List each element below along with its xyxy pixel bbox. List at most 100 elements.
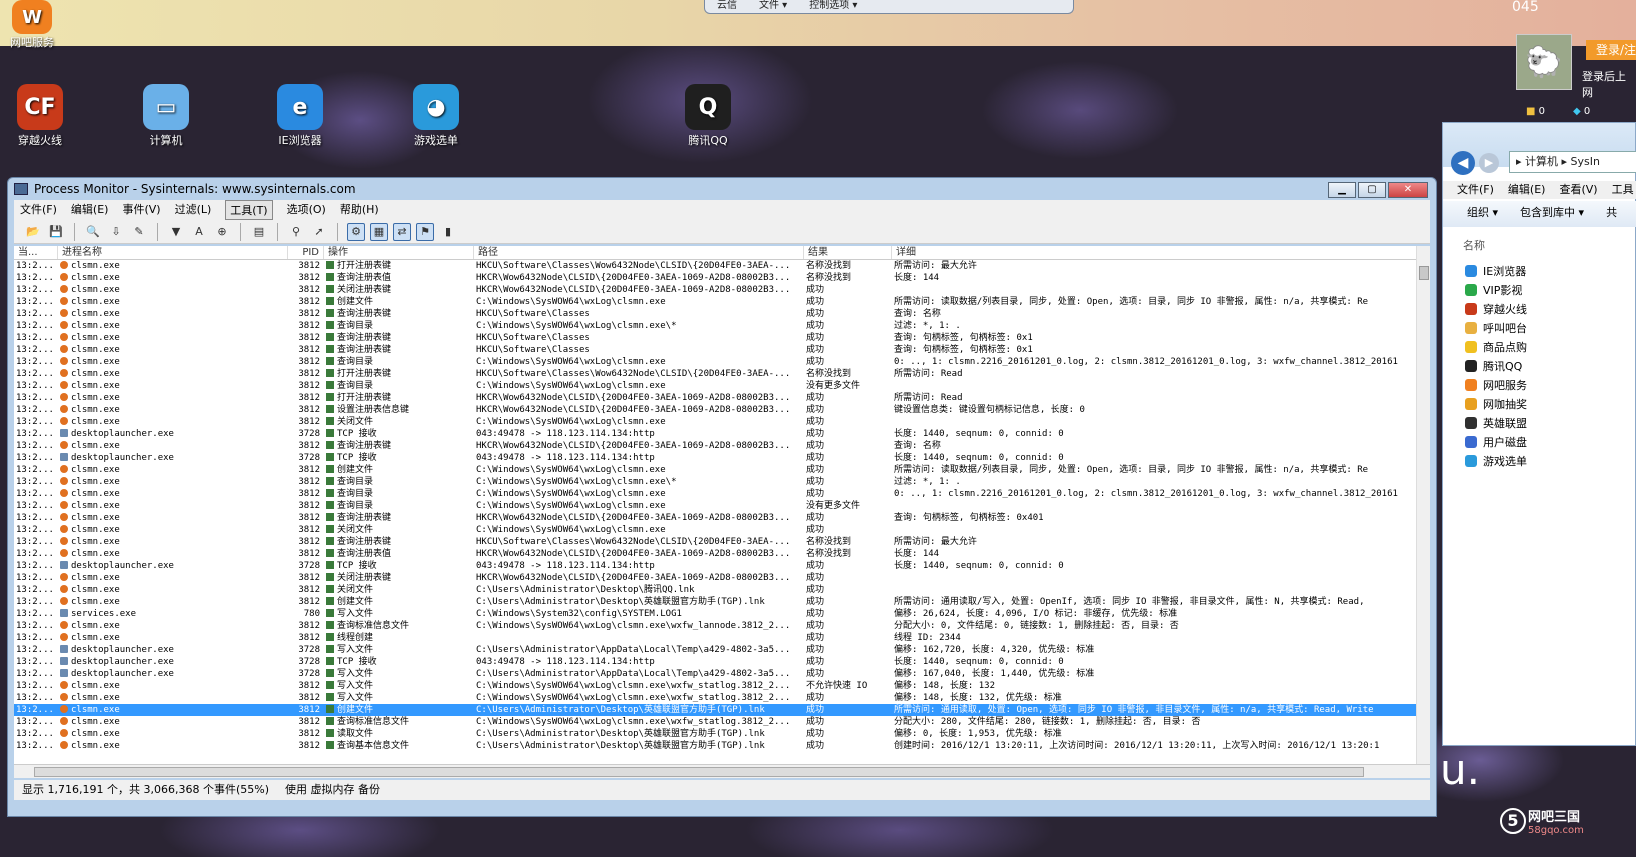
table-row[interactable]: 13:2... clsmn.exe 3812 查询注册表值 HKCR\Wow6432No…	[14, 272, 1430, 284]
jump-icon[interactable]: ➚	[310, 223, 328, 241]
col-time[interactable]: 当...	[14, 246, 58, 259]
find-icon[interactable]: ⚲	[287, 223, 305, 241]
table-row[interactable]: 13:2... clsmn.exe 3812 创建文件 C:\Windows\SysWO…	[14, 296, 1430, 308]
include-in-library-button[interactable]: 包含到库中 ▾	[1520, 201, 1584, 227]
table-row[interactable]: 13:2... clsmn.exe 3812 查询基本信息文件 C:\Users\Adm…	[14, 740, 1430, 752]
explorer-menu-view[interactable]: 查看(V)	[1559, 181, 1597, 199]
menu-item-5[interactable]: 选项(O)	[287, 200, 326, 220]
table-row[interactable]: 13:2... clsmn.exe 3812 关闭注册表键 HKCR\Wow6432No…	[14, 572, 1430, 584]
explorer-list-item[interactable]: 用户磁盘	[1465, 432, 1527, 451]
table-row[interactable]: 13:2... clsmn.exe 3812 查询注册表键 HKCU\Software\…	[14, 536, 1430, 548]
horizontal-scrollbar[interactable]	[14, 764, 1430, 778]
horizontal-scroll-thumb[interactable]	[34, 767, 1364, 777]
network-activity-icon[interactable]: ⇄	[393, 222, 411, 241]
explorer-list-item[interactable]: 穿越火线	[1465, 299, 1527, 318]
table-row[interactable]: 13:2... clsmn.exe 3812 打开注册表键 HKCR\Wow6432No…	[14, 392, 1430, 404]
desktop-icon-4[interactable]: Q 腾讯QQ	[668, 84, 748, 148]
share-button[interactable]: 共	[1606, 201, 1617, 227]
table-row[interactable]: 13:2... clsmn.exe 3812 查询目录 C:\Windows\SysWO…	[14, 320, 1430, 332]
col-operation[interactable]: 操作	[324, 246, 474, 259]
vertical-scroll-thumb[interactable]	[1419, 266, 1429, 280]
table-row[interactable]: 13:2... clsmn.exe 3812 设置注册表信息键 HKCR\Wow6432…	[14, 404, 1430, 416]
menu-item-1[interactable]: 编辑(E)	[71, 200, 109, 220]
col-process-name[interactable]: 进程名称	[58, 246, 288, 259]
menu-item-3[interactable]: 过滤(L)	[175, 200, 212, 220]
explorer-menu-edit[interactable]: 编辑(E)	[1508, 181, 1546, 199]
table-row[interactable]: 13:2... clsmn.exe 3812 查询注册表键 HKCU\Software\…	[14, 344, 1430, 356]
explorer-list-item[interactable]: 英雄联盟	[1465, 413, 1527, 432]
organize-button[interactable]: 组织 ▾	[1467, 201, 1498, 227]
remote-bar-item-0[interactable]: 云信	[717, 0, 737, 13]
table-row[interactable]: 13:2... clsmn.exe 3812 查询目录 C:\Windows\SysWO…	[14, 488, 1430, 500]
process-activity-icon[interactable]: ⚑	[416, 222, 434, 241]
table-row[interactable]: 13:2... clsmn.exe 3812 查询标准信息文件 C:\Windows\S…	[14, 620, 1430, 632]
explorer-list-item[interactable]: IE浏览器	[1465, 261, 1527, 280]
explorer-list-item[interactable]: 商品点购	[1465, 337, 1527, 356]
table-row[interactable]: 13:2... desktoplauncher.exe 3728 TCP 接收 043:…	[14, 656, 1430, 668]
menu-item-2[interactable]: 事件(V)	[122, 200, 160, 220]
table-row[interactable]: 13:2... clsmn.exe 3812 关闭文件 C:\Windows\SysWO…	[14, 524, 1430, 536]
table-row[interactable]: 13:2... desktoplauncher.exe 3728 写入文件 C:\Use…	[14, 644, 1430, 656]
include-process-icon[interactable]: ⊕	[213, 223, 231, 241]
highlight-icon[interactable]: A	[190, 223, 208, 241]
explorer-list-item[interactable]: VIP影视	[1465, 280, 1527, 299]
forward-arrow-icon[interactable]: ▶	[1479, 153, 1499, 173]
desktop-icon-3[interactable]: ◕ 游戏选单	[396, 84, 476, 148]
table-row[interactable]: 13:2... clsmn.exe 3812 打开注册表键 HKCU\Software\…	[14, 368, 1430, 380]
file-activity-icon[interactable]: ▦	[370, 222, 388, 241]
menu-item-6[interactable]: 帮助(H)	[340, 200, 379, 220]
col-detail[interactable]: 详细	[892, 246, 1422, 259]
explorer-menu-file[interactable]: 文件(F)	[1457, 181, 1494, 199]
table-row[interactable]: 13:2... clsmn.exe 3812 查询注册表键 HKCU\Software\…	[14, 332, 1430, 344]
table-row[interactable]: 13:2... desktoplauncher.exe 3728 TCP 接收 043:…	[14, 428, 1430, 440]
table-row[interactable]: 13:2... clsmn.exe 3812 写入文件 C:\Windows\SysWO…	[14, 680, 1430, 692]
maximize-icon[interactable]: ▢	[1358, 182, 1386, 198]
menu-item-0[interactable]: 文件(F)	[20, 200, 57, 220]
table-row[interactable]: 13:2... clsmn.exe 3812 查询目录 C:\Windows\SysWO…	[14, 380, 1430, 392]
table-row[interactable]: 13:2... services.exe 780 写入文件 C:\Windows\Sys…	[14, 608, 1430, 620]
explorer-list-item[interactable]: 网咖抽奖	[1465, 394, 1527, 413]
table-row[interactable]: 13:2... clsmn.exe 3812 打开注册表键 HKCU\Software\…	[14, 260, 1430, 272]
table-row[interactable]: 13:2... clsmn.exe 3812 创建文件 C:\Users\Adminis…	[14, 596, 1430, 608]
table-row[interactable]: 13:2... clsmn.exe 3812 查询标准信息文件 C:\Windows\S…	[14, 716, 1430, 728]
col-result[interactable]: 结果	[804, 246, 892, 259]
table-row[interactable]: 13:2... clsmn.exe 3812 查询注册表键 HKCR\Wow6432No…	[14, 512, 1430, 524]
process-tree-icon[interactable]: ▤	[250, 223, 268, 241]
table-row[interactable]: 13:2... clsmn.exe 3812 关闭文件 C:\Windows\SysWO…	[14, 416, 1430, 428]
table-row[interactable]: 13:2... clsmn.exe 3812 创建文件 C:\Users\Adminis…	[14, 704, 1430, 716]
save-icon[interactable]: 💾	[47, 223, 65, 241]
close-icon[interactable]: ✕	[1388, 182, 1428, 198]
table-row[interactable]: 13:2... desktoplauncher.exe 3728 TCP 接收 043:…	[14, 560, 1430, 572]
table-row[interactable]: 13:2... clsmn.exe 3812 创建文件 C:\Windows\SysWO…	[14, 464, 1430, 476]
table-row[interactable]: 13:2... desktoplauncher.exe 3728 TCP 接收 043:…	[14, 452, 1430, 464]
explorer-list-item[interactable]: 游戏选单	[1465, 451, 1527, 470]
table-row[interactable]: 13:2... desktoplauncher.exe 3728 写入文件 C:\Use…	[14, 668, 1430, 680]
open-icon[interactable]: 📂	[24, 223, 42, 241]
address-bar[interactable]: ▸ 计算机 ▸ SysIn	[1509, 151, 1636, 173]
minimize-icon[interactable]: ▁	[1328, 182, 1356, 198]
explorer-list-item[interactable]: 呼叫吧台	[1465, 318, 1527, 337]
autoscroll-icon[interactable]: ⇩	[107, 223, 125, 241]
registry-activity-icon[interactable]: ⚙	[347, 222, 365, 241]
remote-bar-item-2[interactable]: 控制选项 ▾	[809, 0, 857, 13]
vertical-scrollbar[interactable]	[1416, 246, 1430, 764]
desktop-icon-0[interactable]: CF 穿越火线	[0, 84, 80, 148]
desktop-icon-netbar-service[interactable]: W 网吧服务	[0, 0, 80, 50]
back-arrow-icon[interactable]: ◀	[1451, 151, 1475, 175]
profiling-icon[interactable]: ▮	[439, 223, 457, 241]
capture-icon[interactable]: 🔍	[84, 223, 102, 241]
menu-item-4[interactable]: 工具(T)	[225, 200, 273, 220]
col-path[interactable]: 路径	[474, 246, 804, 259]
col-pid[interactable]: PID	[288, 246, 324, 259]
table-row[interactable]: 13:2... clsmn.exe 3812 查询注册表值 HKCR\Wow6432No…	[14, 548, 1430, 560]
table-row[interactable]: 13:2... clsmn.exe 3812 查询目录 C:\Windows\SysWO…	[14, 476, 1430, 488]
explorer-list-item[interactable]: 腾讯QQ	[1465, 356, 1527, 375]
table-row[interactable]: 13:2... clsmn.exe 3812 查询目录 C:\Windows\SysWO…	[14, 500, 1430, 512]
table-row[interactable]: 13:2... clsmn.exe 3812 线程创建 成功 线程 ID: 2344	[14, 632, 1430, 644]
table-row[interactable]: 13:2... clsmn.exe 3812 关闭文件 C:\Users\Adminis…	[14, 584, 1430, 596]
filter-icon[interactable]: ▼	[167, 223, 185, 241]
table-row[interactable]: 13:2... clsmn.exe 3812 查询注册表键 HKCR\Wow6432No…	[14, 440, 1430, 452]
column-header-name[interactable]: 名称	[1463, 237, 1485, 253]
clear-icon[interactable]: ✎	[130, 223, 148, 241]
remote-bar-item-1[interactable]: 文件 ▾	[759, 0, 787, 13]
